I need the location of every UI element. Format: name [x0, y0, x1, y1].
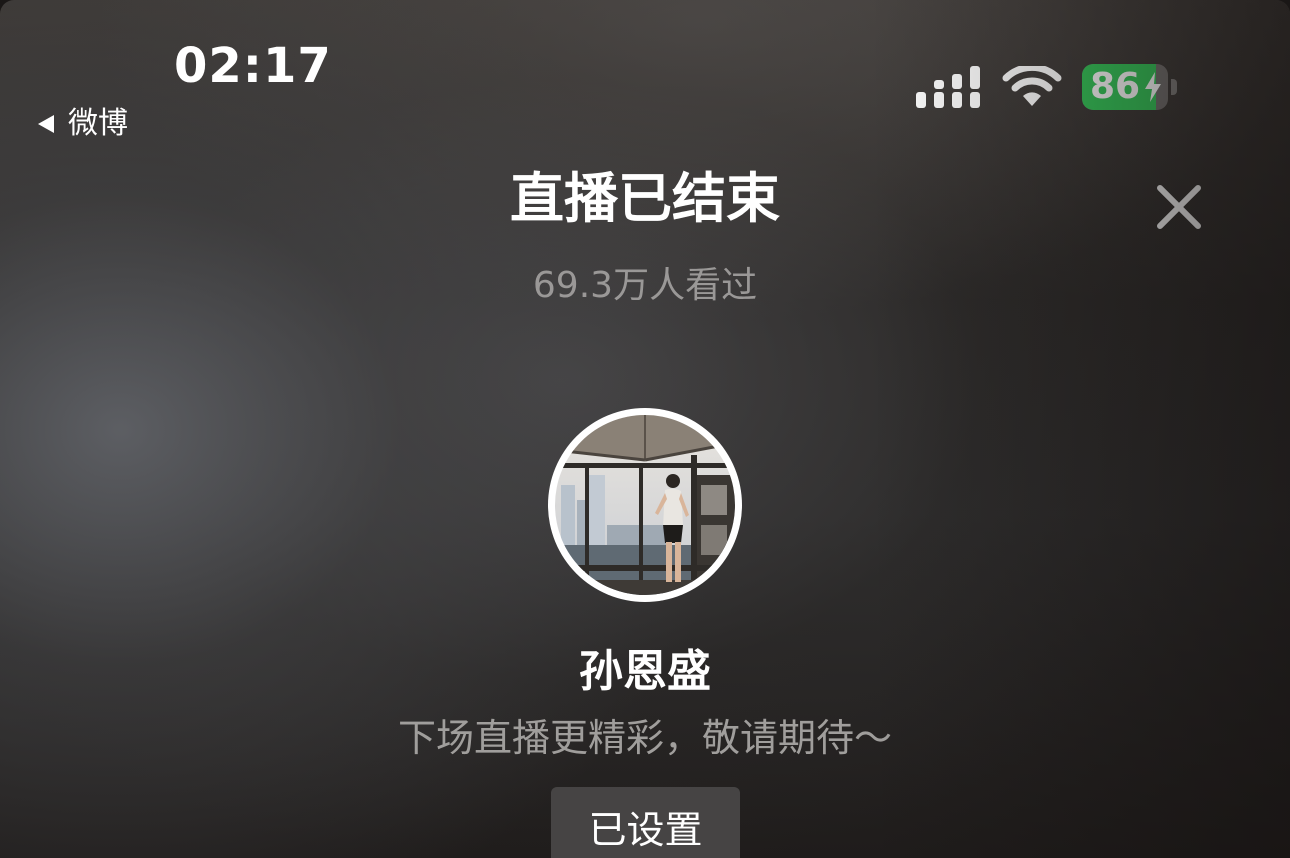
charging-bolt-icon [1145, 72, 1161, 102]
back-triangle-icon [38, 115, 54, 133]
close-icon[interactable] [1152, 180, 1206, 234]
battery-body: 86 [1082, 64, 1168, 110]
avatar-photo [555, 415, 735, 595]
page-title: 直播已结束 [510, 167, 780, 230]
back-to-app-button[interactable]: 微博 [38, 104, 128, 144]
next-live-message: 下场直播更精彩，敬请期待～ [397, 716, 892, 760]
back-app-label: 微博 [68, 106, 128, 141]
reminder-set-button[interactable]: 已设置 [551, 787, 740, 858]
viewer-count: 69.3万人看过 [532, 265, 758, 306]
status-time: 02:17 [174, 38, 332, 94]
battery-nub [1171, 79, 1177, 95]
live-ended-screen: 02:17 微博 86 直播已结束 69.3万人看过 孙恩盛 下场直播更精彩，敬… [0, 0, 1290, 858]
wifi-icon [1002, 66, 1062, 106]
host-avatar[interactable] [548, 408, 742, 602]
host-name: 孙恩盛 [579, 646, 711, 697]
battery-level: 86 [1090, 66, 1141, 107]
battery-charging-icon: 86 [1082, 64, 1178, 110]
cellular-signal-icon [916, 66, 980, 108]
